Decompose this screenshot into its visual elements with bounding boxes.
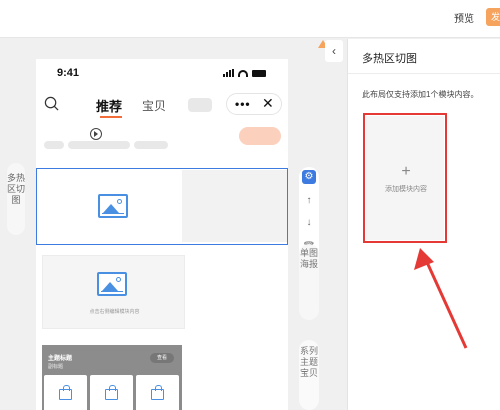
close-icon[interactable]: ✕: [262, 95, 274, 112]
series-subtitle: 副标题: [48, 364, 64, 370]
gear-icon[interactable]: ⚙: [302, 170, 316, 184]
active-tab-indicator: [100, 116, 122, 118]
bag-icon: [105, 385, 118, 400]
follow-button-placeholder: [239, 127, 281, 145]
status-bar: 9:41: [36, 59, 288, 89]
tab-recommend[interactable]: 推荐: [96, 96, 122, 115]
bag-icon: [151, 385, 164, 400]
block-label-series: 系列主题宝贝: [299, 340, 319, 410]
mini-program-capsule: ••• ✕: [226, 93, 282, 115]
product-card: [136, 375, 179, 410]
product-card: [44, 375, 87, 410]
series-theme-block[interactable]: 主题标题 副标题 查看: [42, 345, 182, 410]
more-dots-icon[interactable]: •••: [235, 97, 251, 111]
product-card: [90, 375, 133, 410]
arrow-up-icon[interactable]: ↑: [302, 194, 316, 208]
play-icon: [90, 128, 102, 140]
series-title: 主题标题: [48, 356, 73, 362]
search-icon[interactable]: [44, 96, 59, 111]
bag-icon: [59, 385, 72, 400]
single-poster-block[interactable]: 点击右侧编辑模块内容: [42, 255, 185, 329]
panel-title: 多热区切图: [362, 53, 417, 65]
shop-nav: 推荐 宝贝 ••• ✕: [36, 91, 288, 121]
block-label-hot-area: 多热区切图: [7, 163, 25, 235]
hot-area-empty: [182, 170, 287, 242]
status-icons: [223, 69, 266, 77]
publish-button[interactable]: 发布: [486, 8, 500, 26]
image-placeholder-icon: [97, 272, 127, 296]
preview-button[interactable]: 预览: [454, 10, 474, 25]
status-time: 9:41: [57, 67, 80, 79]
plus-icon: +: [401, 163, 411, 180]
annotation-arrow: [414, 248, 468, 349]
add-module-highlight: + 添加模块内容: [363, 113, 447, 243]
tab-items[interactable]: 宝贝: [142, 97, 166, 114]
placeholder-bars: [44, 141, 168, 149]
arrow-down-icon[interactable]: ↓: [302, 216, 316, 230]
collapse-panel-button[interactable]: ‹: [325, 40, 343, 62]
image-placeholder-icon: [98, 194, 128, 218]
signal-icon: [223, 69, 234, 77]
series-more-button[interactable]: 查看: [150, 353, 174, 363]
wifi-icon: [238, 70, 248, 77]
divider: [348, 73, 500, 74]
add-module-label: 添加模块内容: [385, 186, 427, 193]
hot-area-image: [38, 170, 182, 242]
battery-icon: [252, 70, 266, 77]
top-bar: 预览 发布: [0, 0, 500, 38]
tab-placeholder: [188, 98, 212, 112]
add-module-button[interactable]: + 添加模块内容: [365, 115, 445, 241]
series-cards: [44, 375, 179, 410]
poster-placeholder-text: 点击右侧编辑模块内容: [89, 309, 140, 315]
hot-area-block-selected[interactable]: [36, 168, 288, 245]
panel-description: 此布局仅支持添加1个模块内容。: [362, 90, 479, 99]
block-label-poster: 单图海报: [299, 244, 319, 320]
